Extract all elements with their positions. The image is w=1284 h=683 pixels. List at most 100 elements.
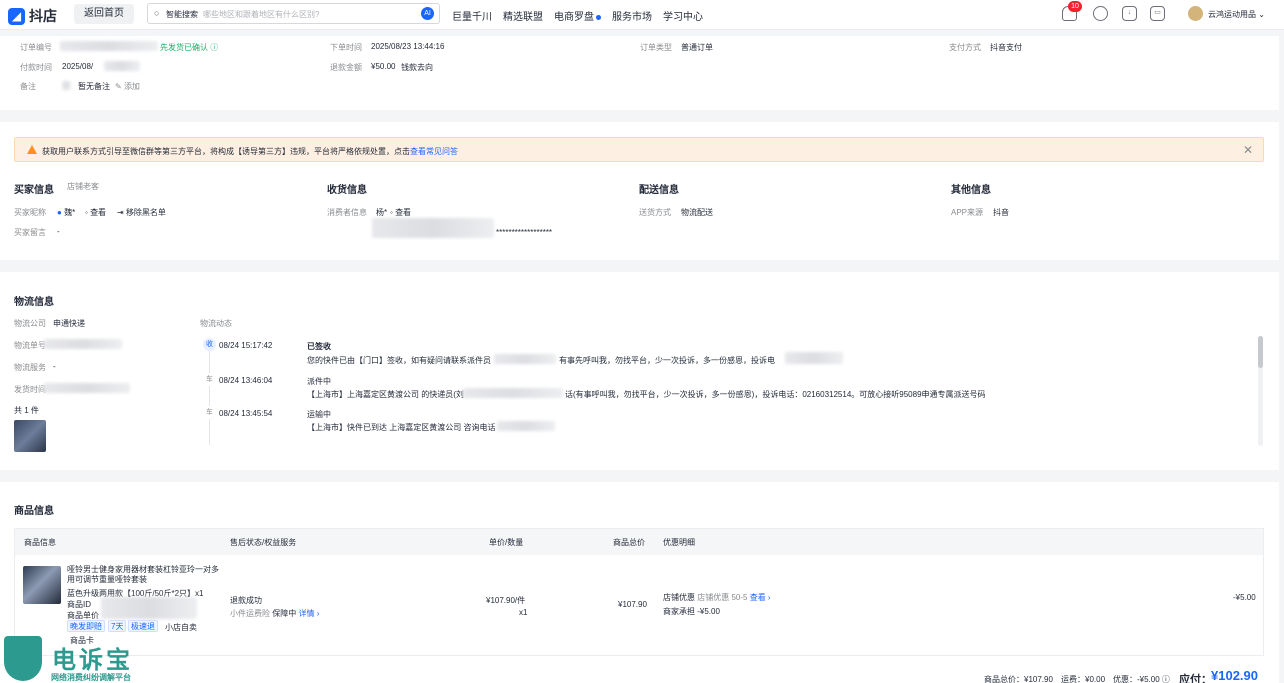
search-label: 智能搜索: [166, 10, 198, 19]
courier-redacted: [494, 354, 556, 364]
product-image[interactable]: [23, 566, 61, 604]
ship-time-label: 发货时间: [14, 385, 46, 394]
insurance-info: 小件运费险 保障中 详情 ›: [230, 609, 320, 618]
event-status: 派件中: [307, 377, 331, 386]
back-home-button[interactable]: 返回首页: [74, 4, 134, 24]
scrollbar-thumb[interactable]: [1258, 336, 1263, 368]
nav-item-alliance[interactable]: 精选联盟: [503, 8, 543, 23]
order-type-label: 订单类型: [640, 43, 672, 52]
logistics-company-value: 申通快递: [53, 319, 85, 328]
search-input[interactable]: ○ 智能搜索 哪些地区和跟着地区有什么区别? AI: [147, 3, 440, 24]
nav-item-learning[interactable]: 学习中心: [663, 8, 703, 23]
consumer-view-link[interactable]: ◦ 查看: [390, 207, 411, 218]
other-info-title: 其他信息: [951, 185, 991, 196]
close-icon[interactable]: ✕: [1243, 143, 1253, 157]
logo-text: 抖店: [29, 8, 57, 24]
store-icon[interactable]: ▭: [1150, 6, 1165, 21]
watermark-title: 电诉宝: [52, 647, 133, 674]
nav-item-compass[interactable]: 电商罗盘: [554, 8, 601, 23]
event-detail: 【上海市】快件已到达 上海嘉定区黄渡公司 咨询电话: [307, 423, 496, 432]
warning-text: 获取用户联系方式引导至微信群等第三方平台，将构成【诱导第三方】违规，平台将严格依…: [42, 147, 458, 156]
search-icon: ○: [154, 8, 160, 18]
address-redacted: [372, 218, 494, 238]
item-count: 共 1 件: [14, 406, 39, 415]
event-time: 08/24 15:17:42: [219, 341, 273, 350]
logistics-title: 物流信息: [14, 297, 54, 308]
shield-icon: [4, 636, 42, 681]
app-logo[interactable]: ◢ 抖店: [8, 6, 57, 26]
download-icon[interactable]: ↓: [1122, 6, 1137, 21]
shop-name[interactable]: 云鸿运动用品 ⌄: [1208, 9, 1265, 20]
tag-fast-refund: 极速退: [128, 620, 158, 632]
nav-item-service-market[interactable]: 服务市场: [612, 8, 652, 23]
nav-item-qianchuan[interactable]: 巨量千川: [452, 8, 492, 23]
shop-avatar[interactable]: [1188, 6, 1203, 21]
payable-amount: ¥102.90: [1211, 668, 1258, 683]
truck-icon: 车: [203, 406, 216, 419]
faq-link[interactable]: 查看常见问答: [410, 147, 458, 156]
buyer-view-link[interactable]: ◦ 查看: [85, 207, 106, 218]
logistics-company-label: 物流公司: [14, 319, 46, 328]
discount-bearer: 商家承担 -¥5.00: [663, 607, 720, 616]
tag-7day: 7天: [108, 620, 127, 632]
order-no-redacted: [60, 41, 158, 51]
refund-flow-link[interactable]: 钱款去向: [401, 62, 433, 73]
product-id-label: 商品ID: [67, 600, 91, 609]
goods-total-summary: 商品总价：¥107.90: [984, 675, 1053, 683]
order-type-value: 普通订单: [681, 43, 713, 52]
consumer-masked: ******************: [496, 228, 553, 237]
product-total: ¥107.90: [618, 600, 647, 609]
remark-add[interactable]: ✎ 添加: [115, 81, 140, 92]
insurance-detail-link[interactable]: 详情 ›: [298, 609, 319, 618]
col-after-sale: 售后状态/权益服务: [230, 538, 297, 547]
phone-redacted: [785, 352, 843, 364]
signed-icon: 收: [203, 338, 216, 351]
logistics-service-label: 物流服务: [14, 363, 46, 372]
buyer-info-title: 买家信息: [14, 185, 54, 196]
refund-amount-value: ¥50.00: [371, 62, 396, 71]
truck-icon: 车: [203, 373, 216, 386]
delivery-method-label: 送货方式: [639, 208, 671, 217]
discount-summary: 优惠：-¥5.00 ⓘ: [1113, 675, 1170, 683]
col-unit-price: 单价/数量: [489, 538, 524, 547]
discount-view-link[interactable]: 查看 ›: [750, 593, 771, 602]
event-time: 08/24 13:46:04: [219, 376, 273, 385]
headset-icon[interactable]: [1093, 6, 1108, 21]
courier-redacted: [463, 388, 563, 398]
col-total: 商品总价: [613, 538, 645, 547]
receiver-info-title: 收货信息: [327, 185, 367, 196]
flag-icon[interactable]: [62, 81, 71, 90]
warning-banner: 获取用户联系方式引导至微信群等第三方平台，将构成【诱导第三方】违规，平台将严格依…: [14, 137, 1264, 162]
pay-method-value: 抖音支付: [990, 43, 1022, 52]
remark-value: 暂无备注: [78, 82, 110, 91]
order-info-card: 获取用户联系方式引导至微信群等第三方平台，将构成【诱导第三方】违规，平台将严格依…: [0, 122, 1279, 260]
col-product: 商品信息: [24, 538, 56, 547]
warning-icon: [27, 145, 37, 154]
payable-label: 应付：: [1179, 674, 1212, 683]
user-icon: ●: [57, 208, 62, 217]
product-thumbnail[interactable]: [14, 420, 46, 452]
event-detail-tail: 话(有事呼叫我，勿找平台，少一次投诉，多一份感恩)，投诉电话：021603125…: [565, 390, 986, 399]
event-detail: 【上海市】上海嘉定区黄渡公司 的快递员(刘: [307, 390, 464, 399]
refund-status-link[interactable]: 退款成功: [230, 595, 262, 606]
goods-title: 商品信息: [14, 506, 54, 517]
order-summary-card: 订单编号 先发货已确认 ⓘ 付款时间 2025/08/ 备注 暂无备注 ✎ 添加…: [0, 36, 1279, 110]
event-detail-tail: 有事先呼叫我，勿找平台，少一次投诉，多一份感恩，投诉电: [559, 356, 775, 365]
ai-assistant-icon[interactable]: AI: [421, 7, 434, 20]
event-status: 已签收: [307, 342, 331, 351]
buyer-message-label: 买家留言: [14, 228, 46, 237]
order-time-value: 2025/08/23 13:44:16: [371, 42, 445, 51]
logistics-service-value: -: [53, 362, 56, 371]
pay-method-label: 支付方式: [949, 43, 981, 52]
col-discount: 优惠明细: [663, 538, 695, 547]
top-bar: ◢ 抖店 返回首页 ○ 智能搜索 哪些地区和跟着地区有什么区别? AI 巨量千川…: [0, 0, 1284, 30]
buyer-message-value: -: [57, 227, 60, 236]
product-name[interactable]: 哑铃男士健身家用器材套装杠铃亚玲一对多用可调节重量哑铃套装: [67, 565, 221, 585]
goods-table-header: 商品信息 售后状态/权益服务 单价/数量 商品总价 优惠明细: [15, 529, 1263, 555]
discount-info: 店铺优惠 店铺优惠 50-5 查看 ›: [663, 593, 771, 602]
buyer-tag: 店铺老客: [67, 182, 99, 191]
refund-amount-label: 退款金额: [330, 63, 362, 72]
remove-blacklist-link[interactable]: ⇥ 移除黑名单: [117, 207, 166, 218]
timeline-scrollbar[interactable]: [1258, 336, 1263, 446]
freight-summary: 运费：¥0.00: [1061, 675, 1106, 683]
